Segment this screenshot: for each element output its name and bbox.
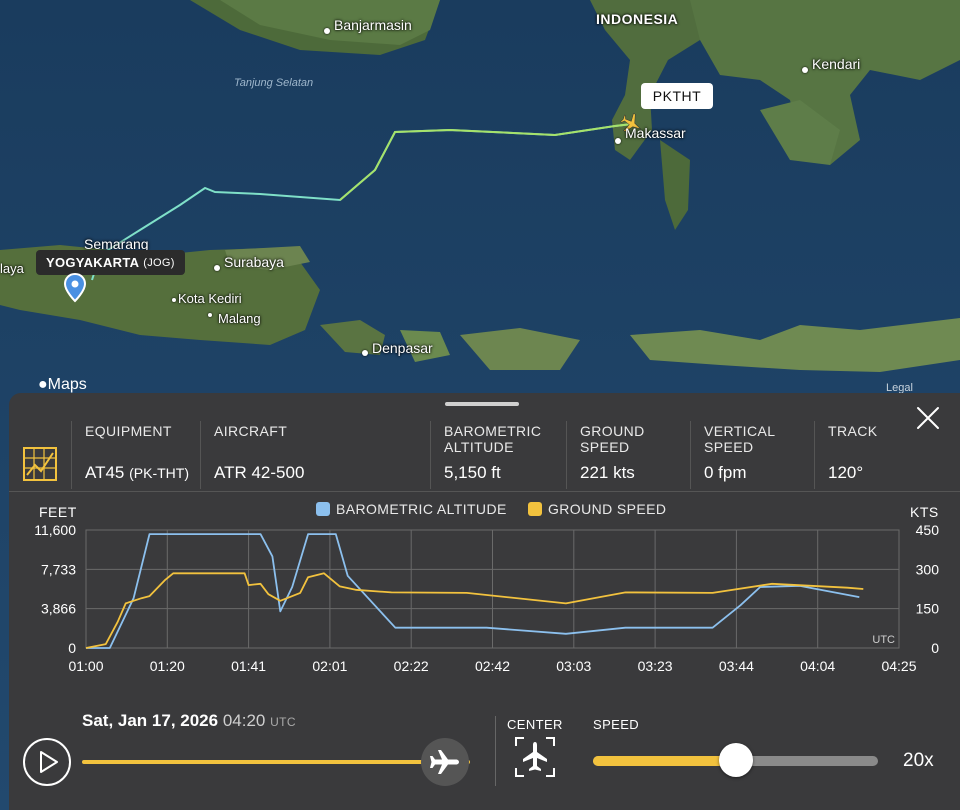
center-label: CENTER <box>507 717 563 732</box>
airplane-icon <box>430 750 459 774</box>
city-label-denpasar: Denpasar <box>372 340 433 356</box>
x-tick-label: 03:23 <box>638 658 673 674</box>
maps-attribution: ●Maps <box>38 376 87 393</box>
speed-slider[interactable] <box>593 743 878 777</box>
flight-profile-chart[interactable]: 01:00 01:20 01:41 02:01 02:22 02:42 03:03 03:23… <box>9 393 960 693</box>
city-label-malang: Malang <box>218 311 261 326</box>
location-pin-icon[interactable] <box>64 273 86 303</box>
x-tick-label: 03:44 <box>719 658 754 674</box>
y-left-tick-label: 7,733 <box>41 561 76 577</box>
playback-tz: UTC <box>270 715 296 729</box>
city-dot <box>172 298 176 302</box>
playback-timeline[interactable] <box>82 760 470 764</box>
x-tick-label: 01:20 <box>150 658 185 674</box>
x-tick-label: 04:25 <box>881 658 916 674</box>
apple-logo-icon: ● <box>38 376 48 393</box>
city-label-surabaya: Surabaya <box>224 254 284 270</box>
playback-date: Sat, Jan 17, 2026 <box>82 711 219 730</box>
origin-name: YOGYAKARTA <box>46 255 140 270</box>
playback-time: 04:20 <box>222 711 266 730</box>
speed-slider-knob[interactable] <box>718 743 753 777</box>
y-right-tick-label: 0 <box>931 640 939 656</box>
speed-slider-fill <box>593 756 736 766</box>
map-country-label: INDONESIA <box>596 11 679 27</box>
city-label-partial: laya <box>0 261 24 276</box>
y-left-tick-label: 0 <box>68 640 76 656</box>
utc-label: UTC <box>872 634 895 646</box>
speed-value: 20x <box>903 750 934 771</box>
city-dot <box>362 350 368 356</box>
city-dot <box>214 265 220 271</box>
y-left-tick-label: 3,866 <box>41 601 76 617</box>
playback-datetime: Sat, Jan 17, 2026 04:20 UTC <box>82 711 296 731</box>
city-label-banjarmasin: Banjarmasin <box>334 17 412 33</box>
x-tick-label: 03:03 <box>556 658 591 674</box>
city-label-kediri: Kota Kediri <box>178 291 242 306</box>
x-tick-label: 02:42 <box>475 658 510 674</box>
x-tick-label: 02:22 <box>394 658 429 674</box>
series-line-ground-speed <box>85 572 864 649</box>
play-icon <box>40 751 58 773</box>
y-right-tick-label: 300 <box>916 561 940 577</box>
y-left-tick-label: 11,600 <box>34 522 76 538</box>
city-dot <box>615 138 621 144</box>
series-line-altitude <box>86 533 860 649</box>
map-sea-label: Tanjung Selatan <box>234 77 314 89</box>
callsign-tag[interactable]: PKTHT <box>641 83 713 109</box>
origin-code: (JOG) <box>143 256 175 269</box>
timeline-scrubber[interactable] <box>421 738 469 786</box>
controls-divider <box>495 716 496 786</box>
city-dot <box>324 28 330 34</box>
y-right-tick-label: 450 <box>916 522 940 538</box>
y-right-tick-label: 150 <box>916 601 940 617</box>
city-label-kendari: Kendari <box>812 56 861 72</box>
x-tick-label: 02:01 <box>312 658 347 674</box>
center-aircraft-icon[interactable] <box>514 736 556 778</box>
city-dot <box>802 67 808 73</box>
city-dot <box>208 313 212 317</box>
x-tick-label: 01:41 <box>231 658 266 674</box>
flight-detail-panel: EQUIPMENT AT45 (PK-THT) AIRCRAFT ATR 42-… <box>9 393 960 810</box>
x-tick-label: 04:04 <box>800 658 835 674</box>
origin-tag[interactable]: YOGYAKARTA (JOG) <box>36 250 185 275</box>
city-label-makassar: Makassar <box>625 125 686 141</box>
play-button[interactable] <box>23 738 71 786</box>
x-tick-label: 01:00 <box>68 658 103 674</box>
speed-label: SPEED <box>593 717 640 732</box>
